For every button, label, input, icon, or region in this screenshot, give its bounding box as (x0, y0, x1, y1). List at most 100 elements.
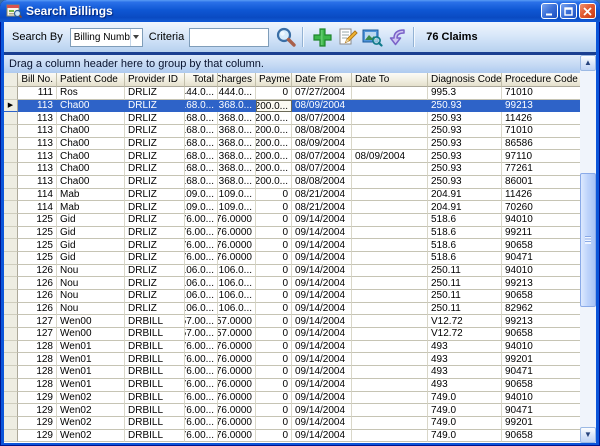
maximize-button[interactable] (560, 3, 577, 19)
send-claim-button[interactable] (386, 26, 408, 48)
cell: Wen01 (57, 366, 125, 379)
scrollbar-track[interactable] (580, 71, 596, 427)
table-row[interactable]: 129Wen02DRBILL76.00...76.0000009/14/2004… (4, 417, 580, 430)
column-header-date-to[interactable]: Date To (352, 73, 428, 87)
cell: 76.00... (185, 404, 218, 417)
cell: 368.0... (218, 176, 256, 189)
table-row[interactable]: 114MabDRLIZ109.0...109.0...008/21/200420… (4, 201, 580, 214)
table-row[interactable]: 126NouDRLIZ106.0...106.0...009/14/200425… (4, 290, 580, 303)
window-title: Search Billings (26, 4, 541, 18)
cell: 114 (18, 201, 57, 214)
table-row[interactable]: 128Wen01DRBILL76.00...76.0000009/14/2004… (4, 341, 580, 354)
cell: DRLIZ (125, 227, 185, 240)
cell: 99213 (502, 315, 580, 328)
column-header-diagnosis-code[interactable]: Diagnosis Code (428, 73, 502, 87)
table-row[interactable]: 125GidDRLIZ76.00...76.0000009/14/2004518… (4, 214, 580, 227)
column-header-procedure-code[interactable]: Procedure Code (502, 73, 580, 87)
table-row[interactable]: 113Cha00DRLIZ168.0...368.0...200.0...08/… (4, 112, 580, 125)
column-header-patient-code[interactable]: Patient Code (57, 73, 125, 87)
column-header-bill-no[interactable]: Bill No. (18, 73, 57, 87)
table-row[interactable]: 127Wen00DRBILL57.00...57.0000009/14/2004… (4, 328, 580, 341)
column-header-provider-id[interactable]: Provider ID (125, 73, 185, 87)
cell: DRLIZ (125, 150, 185, 163)
cell: 57.0000 (218, 328, 256, 341)
table-row[interactable]: 113Cha00DRLIZ168.0...368.0...200.0...08/… (4, 138, 580, 151)
cell: 90471 (502, 404, 580, 417)
cell: 77261 (502, 163, 580, 176)
table-row[interactable]: 126NouDRLIZ106.0...106.0...009/14/200425… (4, 265, 580, 278)
cell (352, 265, 428, 278)
column-header-payme[interactable]: Payme... (256, 73, 292, 87)
table-row[interactable]: 125GidDRLIZ76.00...76.0000009/14/2004518… (4, 252, 580, 265)
table-row[interactable]: 129Wen02DRBILL76.00...76.0000009/14/2004… (4, 392, 580, 405)
cell: 749.0 (428, 430, 502, 443)
cell: Gid (57, 239, 125, 252)
cell: DRLIZ (125, 252, 185, 265)
cell: Nou (57, 265, 125, 278)
scrollbar-thumb[interactable] (580, 173, 596, 307)
table-row[interactable]: ▶113Cha00DRLIZ168.0...368.0...200.0...08… (4, 100, 580, 113)
search-by-dropdown[interactable]: Billing Number (70, 28, 143, 47)
minimize-button[interactable] (541, 3, 558, 19)
group-by-panel[interactable]: Drag a column header here to group by th… (4, 55, 580, 73)
edit-claim-button[interactable] (336, 26, 358, 48)
chevron-down-icon (133, 35, 139, 39)
cell: 90658 (502, 239, 580, 252)
cell: 0 (256, 430, 292, 443)
table-row[interactable]: 111RosDRLIZ444.0...444.0...007/27/200499… (4, 87, 580, 100)
scrollbar-up-button[interactable]: ▲ (580, 55, 596, 71)
column-header-total[interactable]: Total (185, 73, 218, 87)
criteria-input[interactable] (189, 28, 269, 47)
table-row[interactable]: 114MabDRLIZ109.0...109.0...008/21/200420… (4, 189, 580, 202)
table-row[interactable]: 125GidDRLIZ76.00...76.0000009/14/2004518… (4, 227, 580, 240)
table-row[interactable]: 125GidDRLIZ76.00...76.0000009/14/2004518… (4, 239, 580, 252)
cell: Gid (57, 252, 125, 265)
table-row[interactable]: 113Cha00DRLIZ168.0...368.0...200.0...08/… (4, 125, 580, 138)
table-row[interactable]: 129Wen02DRBILL76.00...76.0000009/14/2004… (4, 430, 580, 443)
cell: DRLIZ (125, 176, 185, 189)
cell: DRLIZ (125, 87, 185, 100)
table-row[interactable]: 128Wen01DRBILL76.00...76.0000009/14/2004… (4, 353, 580, 366)
search-button[interactable] (275, 26, 297, 48)
chevron-down-icon: ▼ (584, 431, 592, 439)
row-indicator (4, 163, 18, 176)
close-button[interactable] (579, 3, 596, 19)
cell: 126 (18, 290, 57, 303)
cell: 200.0... (256, 176, 292, 189)
cell: 09/14/2004 (292, 328, 352, 341)
table-row[interactable]: 113Cha00DRLIZ168.0...368.0...200.0...08/… (4, 176, 580, 189)
table-row[interactable]: 127Wen00DRBILL57.00...57.0000009/14/2004… (4, 315, 580, 328)
cell (352, 112, 428, 125)
column-header-charges[interactable]: Charges (218, 73, 256, 87)
cell: 106.0... (185, 277, 218, 290)
table-row[interactable]: 126NouDRLIZ106.0...106.0...009/14/200425… (4, 277, 580, 290)
cell: 250.11 (428, 277, 502, 290)
add-claim-button[interactable] (311, 26, 333, 48)
cell: 106.0... (218, 277, 256, 290)
column-header-date-from[interactable]: Date From (292, 73, 352, 87)
row-indicator (4, 112, 18, 125)
table-row[interactable]: 128Wen01DRBILL76.00...76.0000009/14/2004… (4, 379, 580, 392)
dropdown-arrow-button[interactable] (130, 29, 142, 46)
cell: DRBILL (125, 341, 185, 354)
cell: 168.0... (185, 163, 218, 176)
cell: 11426 (502, 189, 580, 202)
scrollbar-down-button[interactable]: ▼ (580, 427, 596, 443)
cell: 128 (18, 353, 57, 366)
cell: 113 (18, 112, 57, 125)
view-details-button[interactable] (361, 26, 383, 48)
cell: 70260 (502, 201, 580, 214)
row-indicator (4, 201, 18, 214)
table-row[interactable]: 129Wen02DRBILL76.00...76.0000009/14/2004… (4, 404, 580, 417)
cell: 200.0... (256, 138, 292, 151)
table-row[interactable]: 128Wen01DRBILL76.00...76.0000009/14/2004… (4, 366, 580, 379)
cell: 200.0... (256, 163, 292, 176)
cell: 126 (18, 277, 57, 290)
table-row[interactable]: 113Cha00DRLIZ168.0...368.0...200.0...08/… (4, 150, 580, 163)
cell: 08/21/2004 (292, 201, 352, 214)
table-row[interactable]: 126NouDRLIZ106.0...106.0...009/14/200425… (4, 303, 580, 316)
table-row[interactable]: 113Cha00DRLIZ168.0...368.0...200.0...08/… (4, 163, 580, 176)
title-bar[interactable]: Search Billings (0, 0, 600, 22)
cell: 109.0... (218, 189, 256, 202)
cell: Cha00 (57, 138, 125, 151)
